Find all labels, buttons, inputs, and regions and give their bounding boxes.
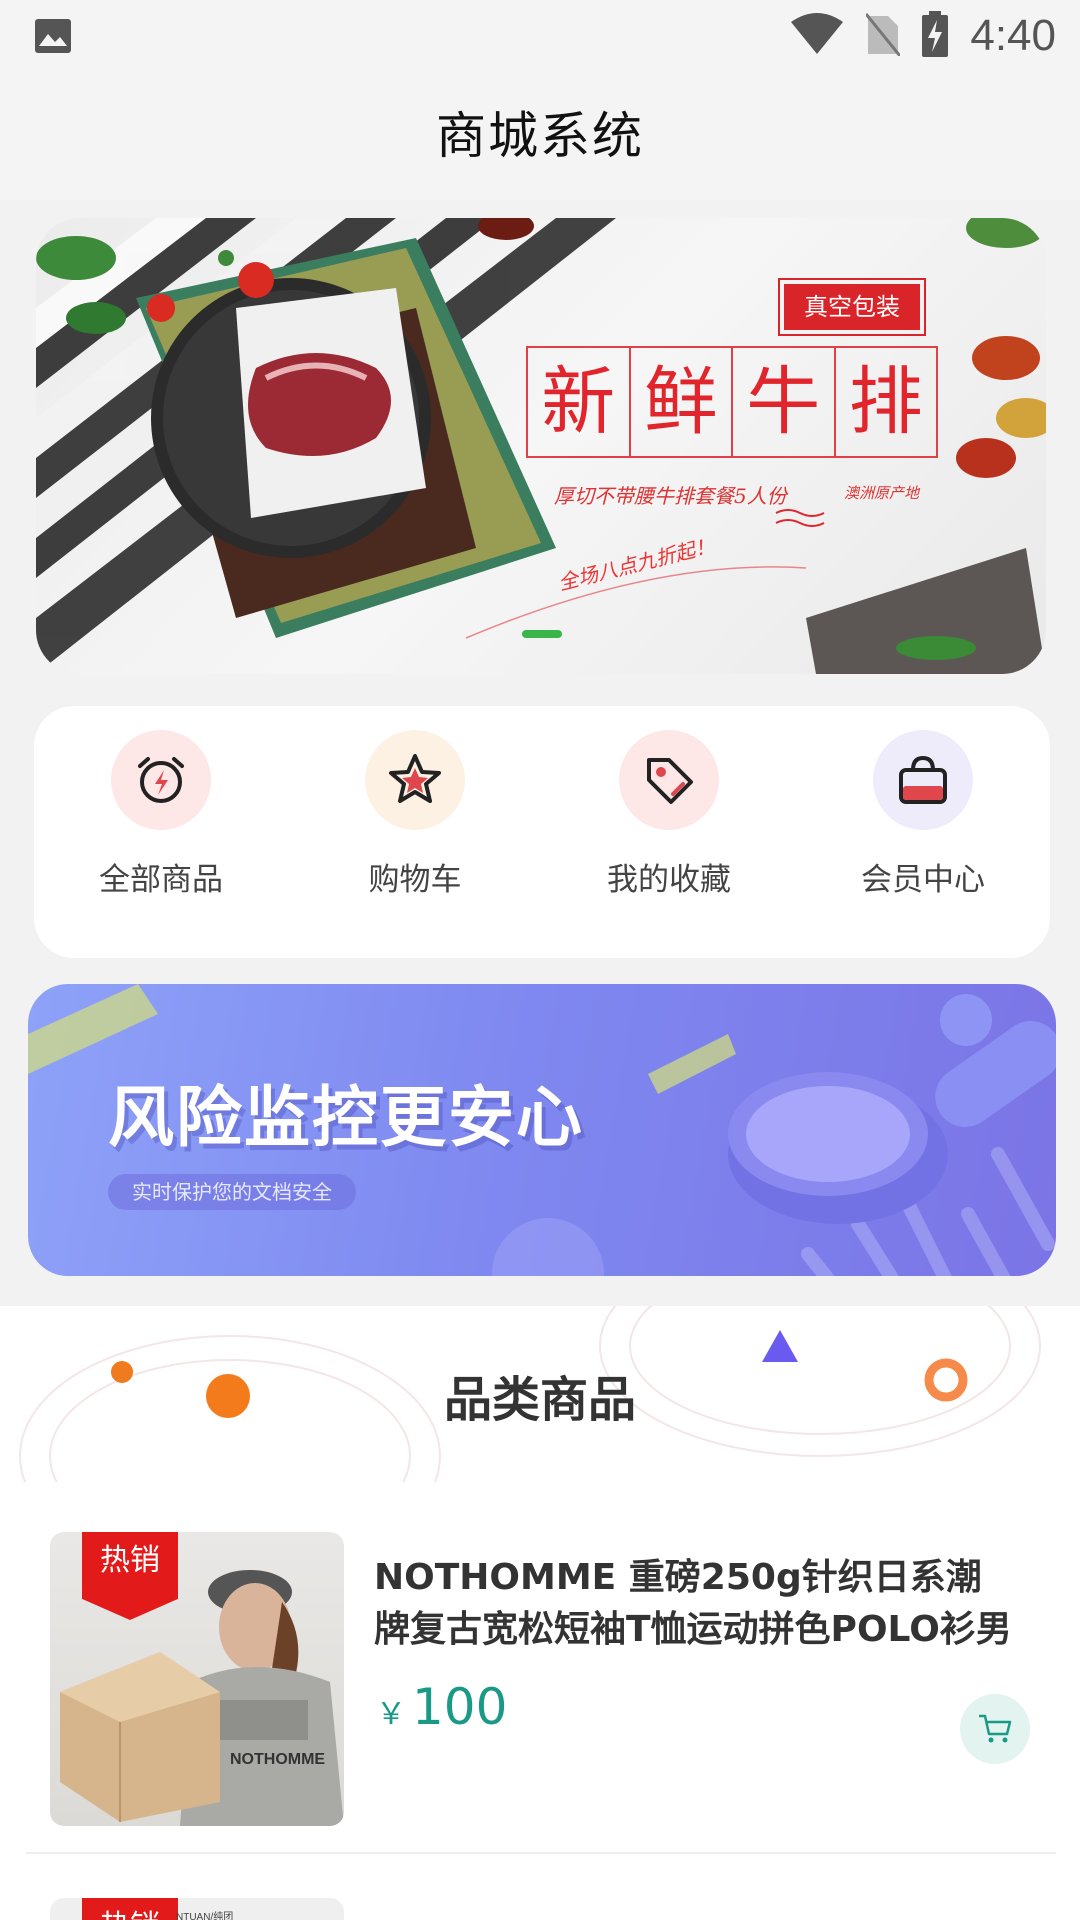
banner-title: 风险监控更安心: [108, 1079, 584, 1156]
menu-label: 购物车: [368, 862, 462, 898]
app-header: 商城系统: [0, 72, 1080, 200]
menu-label: 我的收藏: [607, 862, 731, 898]
alarm-clock-icon: [111, 730, 211, 830]
page-title: 商城系统: [436, 107, 644, 165]
quick-menu: 全部商品 购物车 我的收藏 会员中心: [34, 706, 1050, 958]
clock-time: 4:40: [970, 11, 1056, 60]
vacuum-packed-tag: 真空包装: [778, 278, 926, 336]
status-bar: 4:40: [0, 0, 1080, 72]
product-card[interactable]: 热销 NTUAN/纯团: [50, 1898, 344, 1920]
banner-subtitle: 实时保护您的文档安全: [108, 1174, 356, 1210]
menu-item-cart[interactable]: 购物车: [288, 706, 542, 958]
battery-charging-icon: [922, 11, 949, 61]
star-icon: [365, 730, 465, 830]
menu-label: 全部商品: [99, 862, 223, 898]
gallery-notification-icon: [34, 18, 72, 58]
headline-char: 牛: [733, 348, 836, 456]
hot-sale-badge: 热销: [82, 1898, 178, 1920]
menu-item-favorites[interactable]: 我的收藏: [542, 706, 796, 958]
product-name[interactable]: NOTHOMME 重磅250g针织日系潮牌复古宽松短袖T恤运动拼色POLO衫男: [374, 1552, 1014, 1656]
menu-item-all-products[interactable]: 全部商品: [34, 706, 288, 958]
promo-banner-steak[interactable]: 真空包装 新 鲜 牛 排 厚切不带腰牛排套餐5人份 澳洲原产地 全场八点九折起！: [36, 218, 1046, 674]
section-title: 品类商品: [443, 1372, 636, 1428]
currency-symbol: ￥: [376, 1697, 406, 1732]
section-header: 品类商品: [0, 1306, 1080, 1482]
add-to-cart-button[interactable]: [960, 1694, 1030, 1764]
menu-label: 会员中心: [861, 862, 985, 898]
headline-char: 鲜: [631, 348, 733, 456]
headline-char: 新: [528, 348, 631, 456]
banner-subtitle: 厚切不带腰牛排套餐5人份: [554, 484, 787, 508]
product-image: NOTHOMME 热销: [50, 1532, 344, 1826]
category-products-section: 品类商品 NOTHOMME 热销 NOTHOMME 重磅250g针织日系潮牌复古…: [0, 1306, 1080, 1920]
no-sim-icon: [865, 12, 902, 60]
tag-icon: [619, 730, 719, 830]
headline-char: 排: [848, 359, 923, 445]
product-price: ￥ 100: [376, 1678, 507, 1736]
banner-origin: 澳洲原产地: [844, 484, 920, 502]
wifi-icon: [790, 12, 844, 60]
shopping-bag-icon: [873, 730, 973, 830]
carousel-indicator-active[interactable]: [522, 630, 562, 638]
product-brand-text: NTUAN/纯团: [176, 1912, 234, 1920]
product-card[interactable]: NOTHOMME 热销 NOTHOMME 重磅250g针织日系潮牌复古宽松短袖T…: [26, 1506, 1056, 1854]
banner-headline: 新 鲜 牛 排: [526, 346, 938, 458]
price-value: 100: [412, 1678, 508, 1736]
promo-banner-security[interactable]: 风险监控更安心 实时保护您的文档安全: [28, 984, 1056, 1276]
cart-icon: [979, 1714, 1012, 1743]
shirt-print-text: NOTHOMME: [230, 1751, 325, 1768]
menu-item-member-center[interactable]: 会员中心: [796, 706, 1050, 958]
